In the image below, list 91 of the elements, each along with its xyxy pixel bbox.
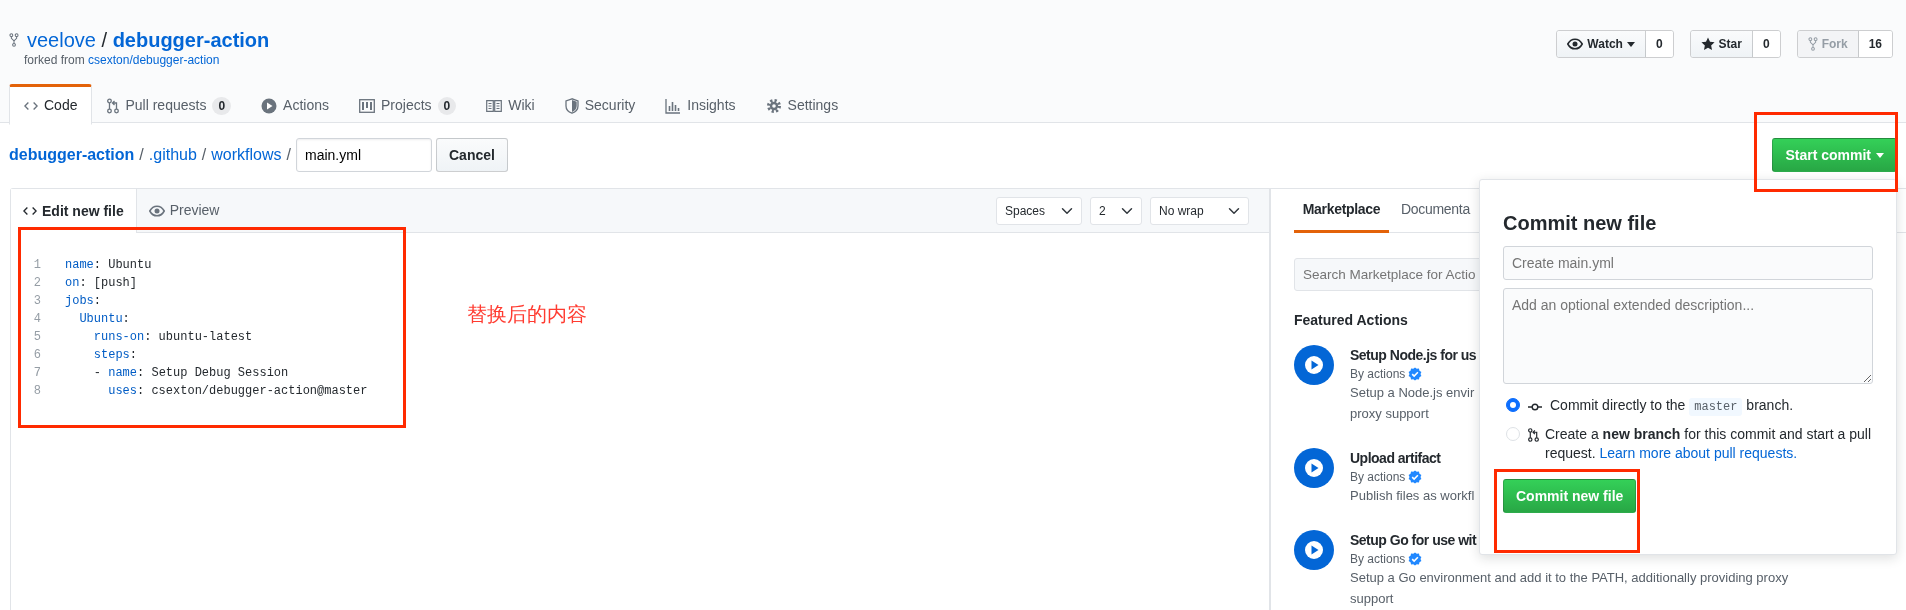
editor-tab[interactable]: Preview <box>136 196 233 225</box>
verified-icon <box>1408 470 1423 484</box>
caret-icon <box>1876 152 1884 158</box>
repository-tab[interactable]: Actions <box>246 84 344 125</box>
code-line: on: [push] <box>65 275 137 292</box>
dialog-title: Commit new file <box>1503 211 1658 236</box>
code-line: steps: <box>92 347 137 364</box>
commit-icon <box>1528 401 1542 412</box>
repository-link[interactable]: debugger-action <box>112 29 270 51</box>
action-title[interactable]: Upload artifact <box>1350 450 1441 466</box>
verified-icon <box>1408 552 1423 566</box>
option-label: Create a new branch for this commit and start a pull request. Learn more about pull requests. <box>1545 425 1873 463</box>
author-label: By actions <box>1350 551 1406 567</box>
watch-count[interactable]: 0 <box>1645 31 1673 57</box>
action-description: Setup a Node.js envir <box>1350 385 1475 400</box>
line-number: 3 <box>32 293 41 310</box>
play-icon <box>1294 345 1334 385</box>
code-icon <box>23 204 37 218</box>
repository-tab[interactable]: Insights <box>650 84 751 125</box>
action-description: Publish files as workfl <box>1350 488 1475 503</box>
commit-description-field[interactable]: Add an optional extended description... <box>1503 288 1873 384</box>
action-title[interactable]: Setup Node.js for us <box>1350 347 1477 363</box>
code-line: name: Ubuntu <box>65 257 152 274</box>
line-number: 4 <box>32 311 41 328</box>
verified-icon <box>1408 367 1423 381</box>
action-description: Setup a Go environment and add it to the PATH, additionally providing proxy <box>1350 570 1789 585</box>
fork-icon <box>9 33 19 47</box>
code-line: jobs: <box>65 293 101 310</box>
code-line: - name: Setup Debug Session <box>92 365 289 382</box>
line-number: 5 <box>32 329 41 346</box>
breadcrumb-link[interactable]: debugger-action <box>9 143 135 167</box>
learn-more-link[interactable]: Learn more about pull requests. <box>1599 445 1798 461</box>
line-number: 6 <box>32 347 41 364</box>
action-title[interactable]: Setup Go for use wit <box>1350 532 1477 548</box>
play-icon <box>261 97 278 114</box>
bar-chart-icon <box>665 97 682 114</box>
section-heading: Featured Actions <box>1294 312 1408 328</box>
board-icon <box>359 97 375 114</box>
pull-request-icon <box>107 97 120 114</box>
repository-tab[interactable]: Wiki <box>471 84 550 125</box>
editor-option-select[interactable]: No wrap <box>1150 196 1249 225</box>
author-label: By actions <box>1350 366 1406 382</box>
line-number: 1 <box>32 257 41 274</box>
editor-option-select[interactable]: 2 <box>1090 196 1142 225</box>
line-number: 8 <box>32 383 41 400</box>
settings-icon <box>765 97 782 114</box>
book-icon <box>486 98 503 113</box>
fork-icon <box>1807 37 1818 51</box>
star-button[interactable]: Star <box>1690 31 1753 57</box>
path-separator: / <box>101 29 108 51</box>
breadcrumb-link[interactable]: workflows <box>211 143 282 167</box>
line-number: 2 <box>32 275 41 292</box>
repository-tab[interactable]: Pull requests 0 <box>92 84 247 125</box>
sidebar-tab[interactable]: Marketplace <box>1294 189 1389 233</box>
action-description: support <box>1350 591 1394 606</box>
repository-tab[interactable]: Code <box>9 84 93 125</box>
shield-icon <box>564 97 579 114</box>
option-label: Commit directly to the master branch. <box>1550 396 1794 417</box>
action-description: proxy support <box>1350 406 1429 421</box>
annotation-text: 替换后的内容 <box>467 302 588 327</box>
cancel-button[interactable]: Cancel <box>436 138 508 172</box>
play-icon <box>1294 448 1334 488</box>
path-separator: / <box>286 145 291 165</box>
star-count[interactable]: 0 <box>1752 31 1780 57</box>
eye-icon <box>148 203 165 218</box>
forked-from-link[interactable]: csexton/debugger-action <box>88 53 220 67</box>
sidebar-tab[interactable]: Documenta <box>1401 189 1470 233</box>
code-line: runs-on: ubuntu-latest <box>92 329 253 346</box>
commit-summary-field[interactable]: Create main.yml <box>1503 246 1873 280</box>
code-line: uses: csexton/debugger-action@master <box>107 383 368 400</box>
code-line: Ubuntu: <box>78 311 130 328</box>
file-name-field[interactable]: main.yml <box>296 138 432 172</box>
author-label: By actions <box>1350 469 1406 485</box>
breadcrumb-link[interactable]: .github <box>148 143 197 167</box>
caret-icon <box>1626 41 1635 47</box>
editor-option-select[interactable]: Spaces <box>996 196 1082 225</box>
pull-request-icon <box>1528 427 1539 443</box>
editor-tab[interactable]: Edit new file <box>11 189 137 233</box>
repository-tab[interactable]: Projects 0 <box>344 84 472 125</box>
path-separator: / <box>201 145 207 165</box>
line-number: 7 <box>32 365 41 382</box>
star-icon <box>1700 37 1715 51</box>
repository-tab[interactable]: Security <box>549 84 651 125</box>
path-separator: / <box>139 145 144 165</box>
radio-button[interactable] <box>1506 398 1520 412</box>
owner-link[interactable]: veelove <box>27 29 96 51</box>
play-icon <box>1294 530 1334 570</box>
eye-icon <box>1567 37 1584 51</box>
repository-tab[interactable]: Settings <box>750 84 854 125</box>
forked-from-label: forked from <box>24 53 85 67</box>
watch-button[interactable]: Watch <box>1557 31 1646 57</box>
